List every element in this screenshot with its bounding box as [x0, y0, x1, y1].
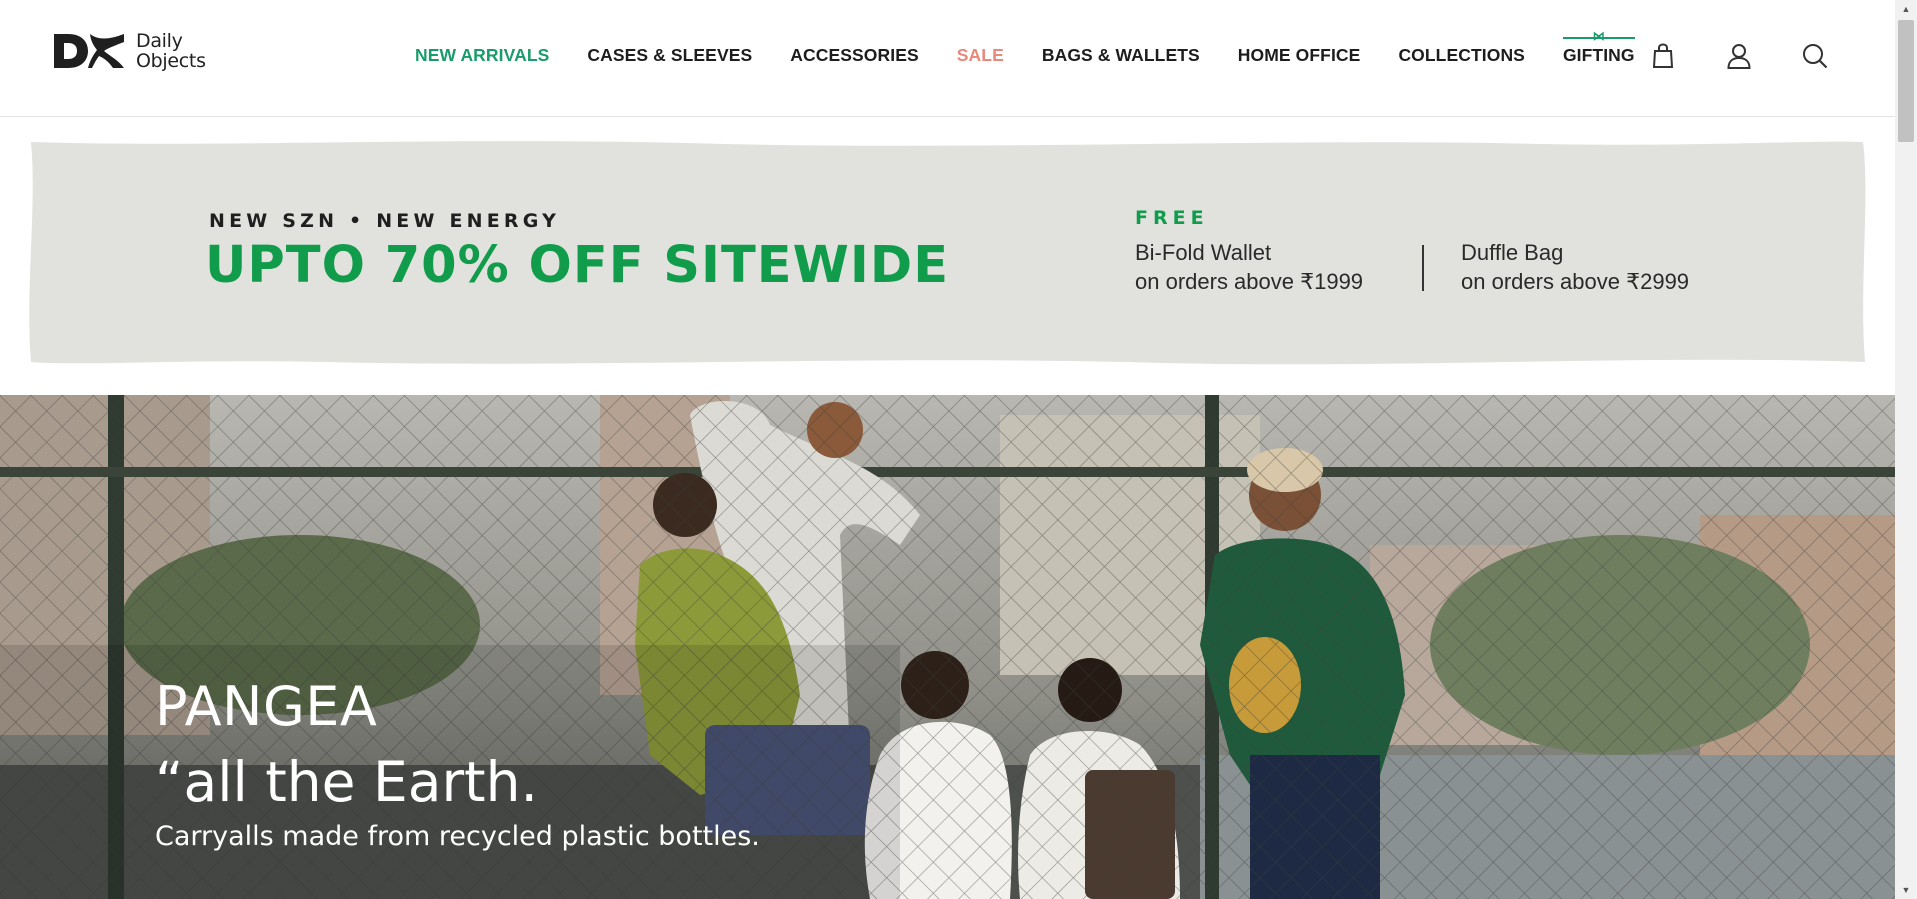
- promo-free-label: FREE: [1135, 207, 1209, 229]
- gift-bow-icon: ⋈: [1592, 29, 1605, 43]
- bag-icon[interactable]: [1650, 42, 1676, 70]
- nav-cases-sleeves[interactable]: CASES & SLEEVES: [587, 45, 752, 66]
- brand-name-line2: Objects: [136, 50, 206, 72]
- brand-logo[interactable]: Daily Objects: [52, 30, 206, 72]
- brand-name-line1: Daily: [136, 30, 183, 52]
- header-actions: [1650, 42, 1828, 70]
- promo-kicker: NEW SZN • NEW ENERGY: [209, 210, 561, 232]
- hero-subtitle: Carryalls made from recycled plastic bot…: [155, 821, 760, 852]
- user-icon[interactable]: [1726, 42, 1752, 70]
- offer-wallet-condition: on orders above ₹1999: [1135, 269, 1364, 294]
- page-scrollbar[interactable]: ▲ ▼: [1895, 0, 1917, 899]
- offer-wallet: Bi-Fold Wallet on orders above ₹1999: [1135, 238, 1363, 296]
- hero-title: PANGEA: [155, 675, 378, 738]
- promo-banner[interactable]: NEW SZN • NEW ENERGY UPTO 70% OFF SITEWI…: [25, 138, 1868, 368]
- nav-new-arrivals[interactable]: NEW ARRIVALS: [415, 45, 549, 66]
- offer-duffle-item: Duffle Bag: [1461, 240, 1564, 265]
- nav-gifting[interactable]: ⋈ GIFTING: [1562, 30, 1635, 66]
- hero-quote: “all the Earth.: [155, 750, 538, 814]
- nav-accessories[interactable]: ACCESSORIES: [790, 45, 919, 66]
- search-icon-svg: [1803, 44, 1828, 69]
- scrollbar-thumb[interactable]: [1898, 20, 1914, 142]
- offer-duffle: Duffle Bag on orders above ₹2999: [1461, 238, 1689, 296]
- offer-duffle-condition: on orders above ₹2999: [1461, 269, 1690, 294]
- user-icon-svg: [1727, 44, 1751, 69]
- main-nav: NEW ARRIVALS CASES & SLEEVES ACCESSORIES…: [415, 30, 1635, 66]
- search-icon[interactable]: [1802, 42, 1828, 70]
- bag-icon-svg: [1652, 43, 1674, 68]
- scroll-down-arrow-icon[interactable]: ▼: [1895, 881, 1917, 899]
- nav-sale[interactable]: SALE: [957, 45, 1004, 66]
- brand-name: Daily Objects: [136, 31, 206, 71]
- nav-bags-wallets[interactable]: BAGS & WALLETS: [1042, 45, 1200, 66]
- site-header: Daily Objects NEW ARRIVALS CASES & SLEEV…: [0, 0, 1895, 117]
- promo-headline: UPTO 70% OFF SITEWIDE: [205, 236, 950, 295]
- scroll-up-arrow-icon[interactable]: ▲: [1895, 0, 1917, 18]
- logo-mark-icon: [54, 34, 124, 68]
- offer-wallet-item: Bi-Fold Wallet: [1135, 240, 1272, 265]
- hero-banner[interactable]: PANGEA “all the Earth. Carryalls made fr…: [0, 395, 1895, 899]
- nav-collections[interactable]: COLLECTIONS: [1398, 45, 1525, 66]
- offer-divider: [1422, 245, 1424, 291]
- nav-home-office[interactable]: HOME OFFICE: [1238, 45, 1361, 66]
- nav-gifting-label: GIFTING: [1562, 45, 1635, 65]
